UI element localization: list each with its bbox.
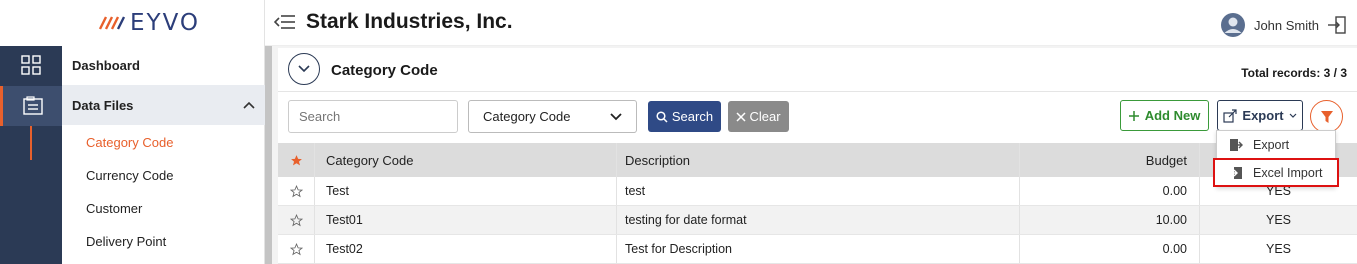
category-code-card: Category Code Total records: 3 / 3 Categ… — [278, 48, 1357, 264]
add-new-label: Add New — [1144, 108, 1201, 123]
clear-button-label: Clear — [749, 109, 781, 124]
sidebar-group-label: Data Files — [72, 97, 134, 113]
cell-budget: 0.00 — [1019, 177, 1199, 205]
cell-budget: 10.00 — [1019, 206, 1199, 234]
star-outline-icon — [289, 242, 303, 255]
top-header: Stark Industries, Inc. John Smith — [265, 0, 1357, 46]
logo-text: EYVO — [130, 10, 201, 36]
logout-icon[interactable] — [1327, 15, 1347, 35]
column-header-code[interactable]: Category Code — [314, 143, 616, 177]
chevron-up-icon — [243, 101, 255, 109]
import-file-icon — [1230, 166, 1242, 179]
star-filled-icon — [290, 154, 302, 165]
menu-item-label: Excel Import — [1253, 165, 1323, 180]
select-value: Category Code — [483, 109, 571, 124]
export-button[interactable]: Export — [1217, 100, 1303, 131]
rail-data-files[interactable] — [0, 86, 62, 126]
table-row[interactable]: Test02 Test for Description 0.00 YES — [278, 235, 1357, 264]
rail-dashboard[interactable] — [0, 45, 62, 85]
share-icon — [1223, 108, 1238, 123]
star-outline-icon — [289, 213, 303, 226]
main-content: Category Code Total records: 3 / 3 Categ… — [272, 46, 1357, 264]
cell-code: Test01 — [314, 206, 616, 234]
search-input[interactable] — [288, 100, 458, 133]
cell-active: YES — [1199, 206, 1357, 234]
rail-top — [0, 0, 62, 46]
export-dropdown-menu: Export Excel Import — [1213, 130, 1339, 187]
search-field-select[interactable]: Category Code — [468, 100, 637, 133]
data-files-icon — [22, 96, 43, 115]
chevron-down-icon — [610, 112, 622, 120]
sidebar-group-data-files[interactable]: Data Files — [62, 85, 265, 125]
export-file-icon — [1230, 138, 1243, 151]
sidebar: EYVO Dashboard Data Files Category Code … — [62, 0, 265, 264]
table-row[interactable]: Test test 0.00 YES — [278, 177, 1357, 206]
collapse-menu-icon — [273, 15, 295, 29]
grid-icon — [21, 55, 41, 75]
export-label: Export — [1242, 108, 1284, 123]
rail-active-indicator — [30, 126, 32, 160]
logo: EYVO — [98, 10, 200, 36]
menu-item-excel-import[interactable]: Excel Import — [1213, 158, 1339, 187]
card-header: Category Code Total records: 3 / 3 — [278, 48, 1357, 92]
menu-item-label: Export — [1253, 137, 1290, 152]
table-row[interactable]: Test01 testing for date format 10.00 YES — [278, 206, 1357, 235]
favorite-toggle[interactable] — [278, 213, 314, 227]
sidebar-item-delivery-point[interactable]: Delivery Point — [86, 234, 166, 249]
sidebar-item-label: Dashboard — [72, 57, 140, 73]
search-button[interactable]: Search — [648, 101, 721, 132]
search-icon — [656, 110, 668, 123]
category-table: Category Code Description Budget Test te… — [278, 143, 1357, 264]
favorite-toggle[interactable] — [278, 184, 314, 198]
sidebar-item-currency-code[interactable]: Currency Code — [86, 168, 173, 183]
plus-icon — [1128, 110, 1139, 121]
page-title: Category Code — [331, 62, 438, 79]
total-records: Total records: 3 / 3 — [1241, 66, 1347, 80]
sidebar-item-customer[interactable]: Customer — [86, 201, 142, 216]
table-header: Category Code Description Budget — [278, 143, 1357, 177]
cell-active: YES — [1199, 235, 1357, 263]
cell-description: Test for Description — [616, 235, 1019, 263]
add-new-button[interactable]: Add New — [1120, 100, 1209, 131]
cell-budget: 0.00 — [1019, 235, 1199, 263]
column-header-description[interactable]: Description — [616, 143, 1019, 177]
sidebar-item-dashboard[interactable]: Dashboard — [62, 45, 265, 85]
search-button-label: Search — [671, 109, 714, 124]
filter-button[interactable] — [1310, 100, 1343, 133]
user-name: John Smith — [1253, 17, 1319, 33]
cell-code: Test — [314, 177, 616, 205]
collapse-card-button[interactable] — [288, 53, 320, 85]
close-icon — [736, 111, 746, 122]
cell-code: Test02 — [314, 235, 616, 263]
company-name: Stark Industries, Inc. — [306, 10, 513, 33]
icon-rail — [0, 0, 62, 264]
cell-description: test — [616, 177, 1019, 205]
menu-item-export[interactable]: Export — [1217, 131, 1335, 158]
star-outline-icon — [289, 184, 303, 197]
favorite-toggle[interactable] — [278, 242, 314, 256]
column-header-budget[interactable]: Budget — [1019, 143, 1199, 177]
cell-description: testing for date format — [616, 206, 1019, 234]
chevron-down-icon — [1289, 113, 1297, 118]
favorite-column-header[interactable] — [278, 154, 314, 167]
menu-toggle-button[interactable] — [273, 13, 296, 34]
sidebar-scrollbar[interactable] — [265, 46, 272, 264]
user-menu[interactable]: John Smith — [1220, 12, 1347, 38]
sidebar-item-category-code[interactable]: Category Code — [86, 135, 173, 150]
chevron-down-icon — [298, 65, 310, 73]
avatar — [1220, 13, 1245, 37]
filter-icon — [1320, 110, 1333, 123]
eyvo-logo-icon — [98, 16, 126, 30]
clear-button[interactable]: Clear — [728, 101, 789, 132]
